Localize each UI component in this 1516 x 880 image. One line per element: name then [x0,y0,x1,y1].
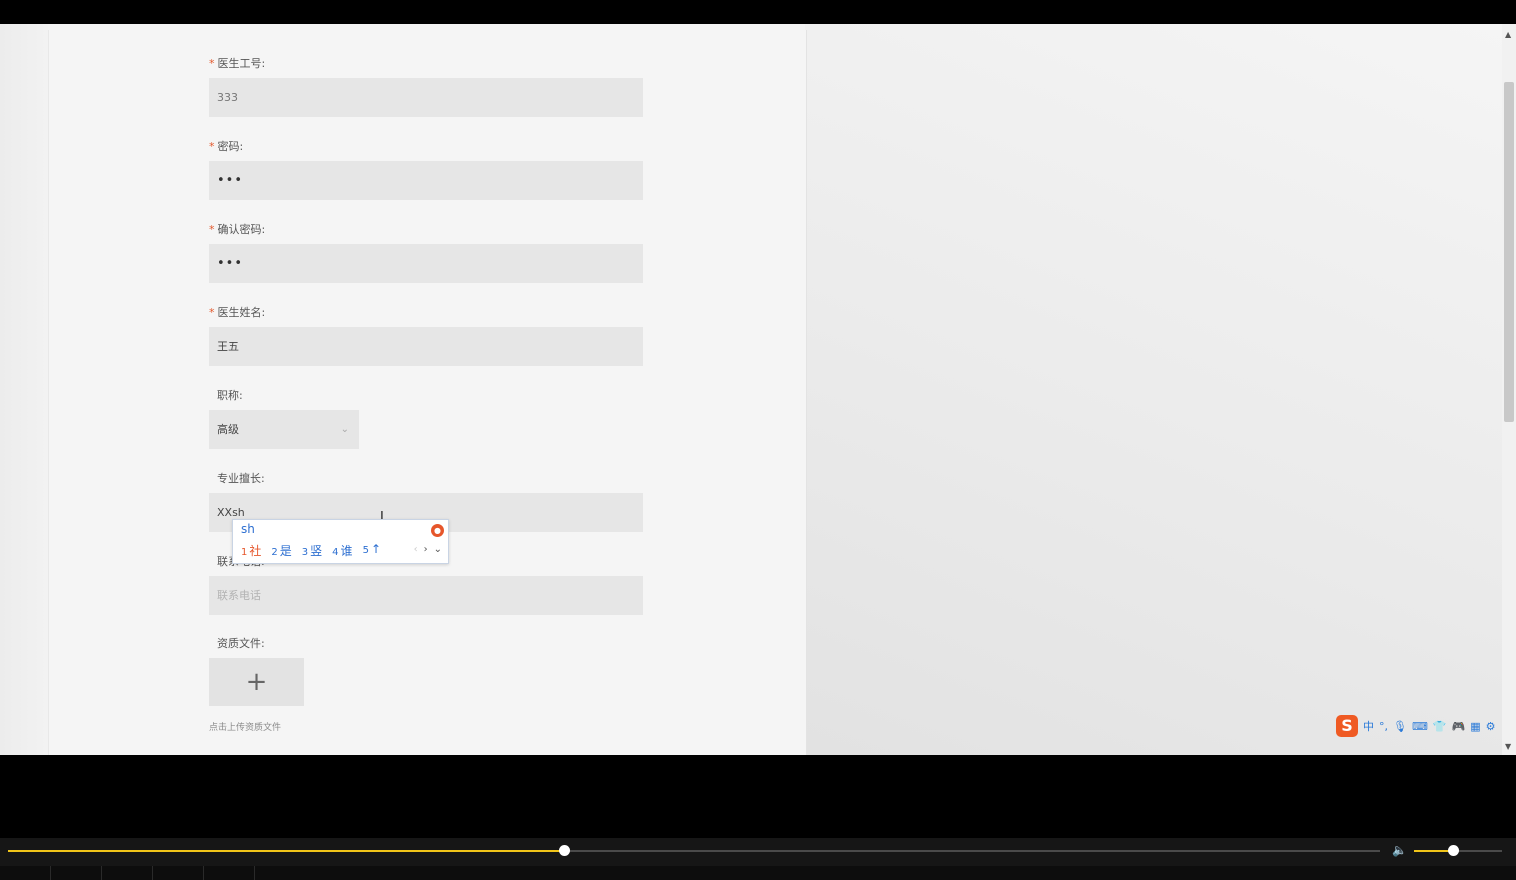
ime-expand-icon[interactable]: ⌄ [434,544,442,555]
ime-candidate[interactable]: 5 ↑ [363,542,381,559]
confirm-password-label-text: 确认密码: [217,223,266,236]
ime-candidate[interactable]: 4谁 [332,542,352,559]
strip-segment [153,866,204,880]
progress-knob[interactable] [558,845,570,856]
required-mark: * [209,306,215,319]
candidate-text: 是 [279,544,292,558]
doctor-name-label-text: 医生姓名: [217,306,266,319]
confirm-password-label: * 确认密码: [209,221,265,237]
volume-knob[interactable] [1447,845,1459,856]
background-right [805,24,1502,755]
ime-prev-icon[interactable]: ‹ [414,544,418,555]
candidate-number: 5 [362,545,369,556]
form-panel [48,30,807,755]
candidate-number: 4 [332,547,339,558]
skin-icon[interactable]: 👕 [1433,720,1447,733]
title-label: 职称: [217,389,243,402]
password-input[interactable]: ••• [209,161,643,200]
ime-candidate-list: 1社 2是 3竖 4谁 5 ↑ [241,542,381,559]
apps-icon[interactable]: ▦ [1470,720,1480,733]
candidate-number: 2 [271,547,278,558]
ime-composition: sh [241,522,255,536]
qualification-label: 资质文件: [217,637,265,650]
page-scrollbar[interactable]: ▲ ▼ [1502,24,1516,755]
specialty-label: 专业擅长: [217,472,265,485]
ime-logo-icon: ● [431,524,444,537]
confirm-password-input[interactable]: ••• [209,244,643,283]
scroll-up-icon[interactable]: ▲ [1505,30,1511,39]
chevron-down-icon: ⌄ [340,424,349,435]
strip-segment [0,866,51,880]
ime-candidate-popup: sh ● 1社 2是 3竖 4谁 5 ↑ ‹ › ⌄ [232,519,449,564]
required-mark: * [209,223,215,236]
candidate-number: 3 [301,547,309,558]
doctor-id-label-text: 医生工号: [217,57,266,70]
candidate-text: 谁 [340,544,353,558]
candidate-text: 竖 [310,544,323,558]
password-label: * 密码: [209,138,243,154]
game-icon[interactable]: 🎮 [1452,720,1466,733]
password-label-text: 密码: [217,140,244,153]
ime-candidate[interactable]: 1社 [241,542,261,559]
phone-input[interactable]: 联系电话 [209,576,643,615]
upload-hint: 点击上传资质文件 [209,723,282,733]
ime-nav: ‹ › ⌄ [414,544,442,555]
required-mark: * [209,57,215,70]
strip-segment [51,866,102,880]
progress-track[interactable] [8,845,1380,856]
volume-icon[interactable]: 🔈 [1392,843,1407,857]
candidate-text: ↑ [370,542,381,556]
ime-next-icon[interactable]: › [424,544,428,555]
ime-punctuation-toggle[interactable]: °, [1379,720,1388,733]
settings-icon[interactable]: ⚙ [1486,720,1496,733]
top-black-bar [0,0,1516,24]
title-select-value: 高级 [217,423,239,436]
volume-fill [1414,850,1453,852]
scroll-down-icon[interactable]: ▼ [1505,742,1511,751]
ime-candidate[interactable]: 2是 [271,542,291,559]
ime-toolbar: S 中 °, 🎙 ⌨ 👕 🎮 ▦ ⚙ [1336,714,1516,738]
upload-button[interactable]: + [209,658,304,706]
sogou-logo-icon[interactable]: S [1336,715,1358,737]
progress-played [8,850,564,852]
candidate-number: 1 [241,547,248,558]
doctor-name-label: * 医生姓名: [209,304,265,320]
scrollbar-thumb[interactable] [1504,82,1514,422]
volume-track[interactable] [1414,845,1502,856]
video-player-bar: 🔈 [0,838,1516,880]
doctor-id-label: * 医生工号: [209,55,265,71]
strip-segment [204,866,255,880]
strip-segment [102,866,153,880]
required-mark: * [209,140,215,153]
keyboard-icon[interactable]: ⌨ [1412,720,1428,733]
doctor-id-input[interactable]: 333 [209,78,643,117]
doctor-name-input[interactable]: 王五 [209,327,643,366]
background-left [0,24,48,755]
ime-candidate[interactable]: 3竖 [302,542,322,559]
ime-mode-toggle[interactable]: 中 [1363,718,1374,734]
player-bottom-strip [0,866,1516,880]
candidate-text: 社 [249,544,262,558]
microphone-icon[interactable]: 🎙 [1393,720,1407,733]
title-select[interactable]: 高级 ⌄ [209,410,359,449]
browser-viewport: * 医生工号: 333 * 密码: ••• * 确认密码: ••• * 医生姓名: 王五… [0,24,1516,755]
